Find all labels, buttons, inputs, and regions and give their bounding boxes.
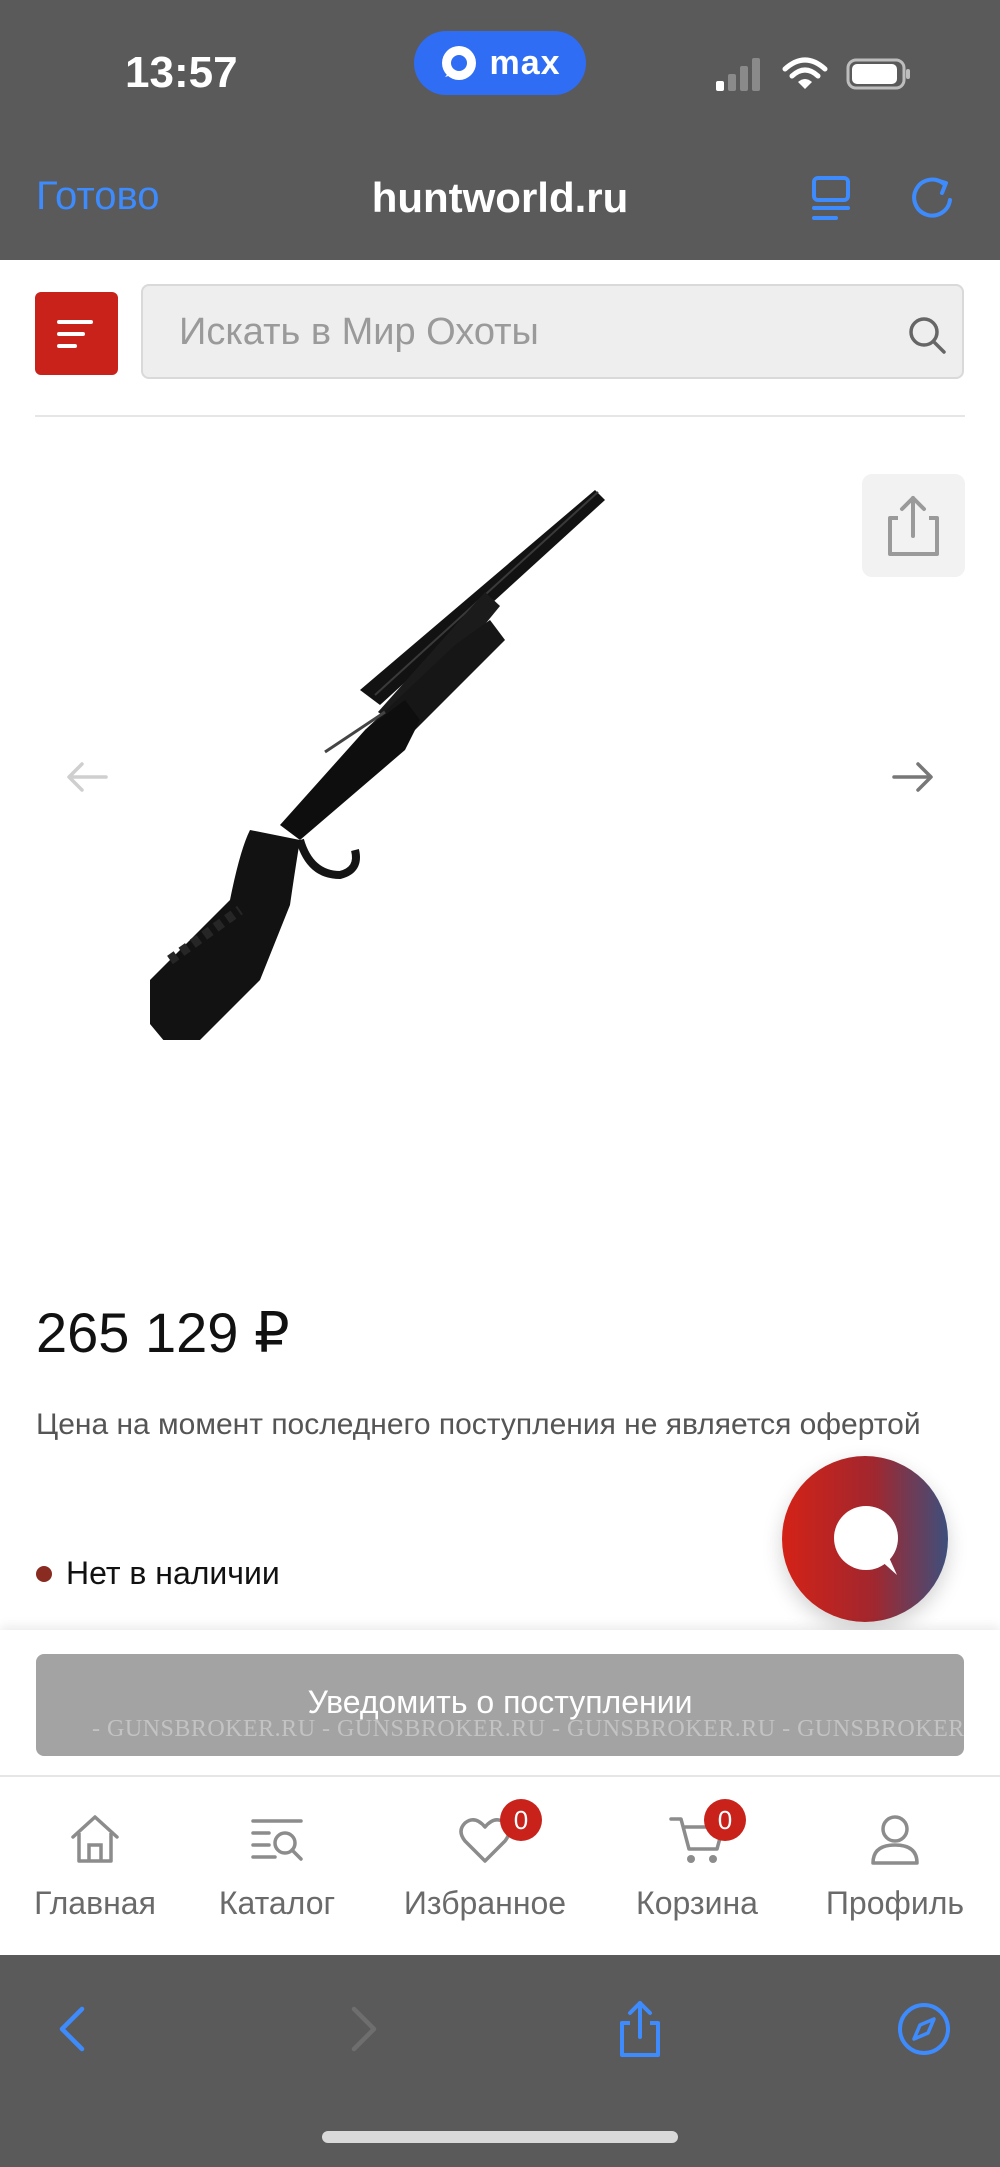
menu-line-icon xyxy=(57,320,93,324)
browser-header: Готово huntworld.ru xyxy=(0,150,1000,260)
forward-icon xyxy=(351,2006,377,2052)
stock-status: Нет в наличии xyxy=(36,1555,280,1592)
tab-favorites-label: Избранное xyxy=(403,1885,567,1921)
chat-bubble-icon xyxy=(834,1506,898,1575)
share-icon[interactable] xyxy=(610,1999,670,2059)
wifi-icon xyxy=(782,57,828,89)
status-time: 13:57 xyxy=(125,48,238,97)
gallery-prev-arrow-icon[interactable] xyxy=(62,752,112,802)
tab-catalog-label: Каталог xyxy=(218,1885,336,1921)
home-indicator xyxy=(322,2131,678,2143)
site-tab-bar: Главная Каталог 0 Избранное 0 Корзина Пр… xyxy=(0,1775,1000,1955)
stock-status-text: Нет в наличии xyxy=(66,1555,280,1591)
status-bar: 13:57 max xyxy=(0,0,1000,150)
tab-home-label: Главная xyxy=(34,1885,156,1921)
stock-status-dot xyxy=(36,1565,52,1582)
tab-home[interactable]: Главная xyxy=(0,1777,190,1955)
max-bubble-icon xyxy=(442,46,477,80)
tab-favorites[interactable]: 0 Избранное xyxy=(390,1777,580,1955)
max-app-pill[interactable]: max xyxy=(414,31,586,95)
user-icon xyxy=(871,1815,919,1865)
product-image-shotgun[interactable] xyxy=(150,480,850,1040)
favorites-count-badge: 0 xyxy=(500,1799,542,1841)
cellular-signal-icon xyxy=(716,58,760,91)
product-price: 265 129 ₽ xyxy=(36,1301,290,1364)
notify-button-label: Уведомить о поступлении xyxy=(307,1684,693,1720)
product-page: 265 129 ₽ Цена на момент последнего пост… xyxy=(0,260,1000,1955)
max-app-label: max xyxy=(489,43,561,82)
divider xyxy=(35,415,965,417)
reader-mode-icon[interactable] xyxy=(804,170,860,226)
menu-line-icon xyxy=(57,344,77,348)
tab-profile[interactable]: Профиль xyxy=(800,1777,990,1955)
search-input[interactable] xyxy=(179,304,859,360)
notify-section: Уведомить о поступлении - GUNSBROKER.RU … xyxy=(0,1630,1000,1775)
gallery-next-arrow-icon[interactable] xyxy=(888,752,938,802)
home-icon xyxy=(71,1815,119,1863)
cart-count-badge: 0 xyxy=(704,1799,746,1841)
status-icons xyxy=(714,54,912,94)
share-icon xyxy=(888,496,939,556)
catalog-icon xyxy=(251,1819,303,1861)
menu-line-icon xyxy=(57,332,85,336)
menu-button[interactable] xyxy=(35,292,118,375)
chat-button[interactable] xyxy=(782,1456,948,1622)
tab-profile-label: Профиль xyxy=(825,1885,965,1921)
tab-cart[interactable]: 0 Корзина xyxy=(602,1777,792,1955)
battery-icon xyxy=(846,58,910,90)
tab-catalog[interactable]: Каталог xyxy=(182,1777,372,1955)
share-button[interactable] xyxy=(862,474,965,577)
price-disclaimer: Цена на момент последнего поступления не… xyxy=(36,1408,921,1441)
search-bar xyxy=(141,284,964,379)
search-icon[interactable] xyxy=(906,314,948,356)
reload-icon[interactable] xyxy=(904,170,960,226)
browser-toolbar xyxy=(0,1955,1000,2167)
tab-cart-label: Корзина xyxy=(636,1885,758,1921)
back-icon[interactable] xyxy=(44,1999,104,2059)
compass-icon[interactable] xyxy=(894,1999,954,2059)
done-button[interactable]: Готово xyxy=(36,174,160,219)
notify-button[interactable]: Уведомить о поступлении - GUNSBROKER.RU … xyxy=(36,1654,1000,1756)
